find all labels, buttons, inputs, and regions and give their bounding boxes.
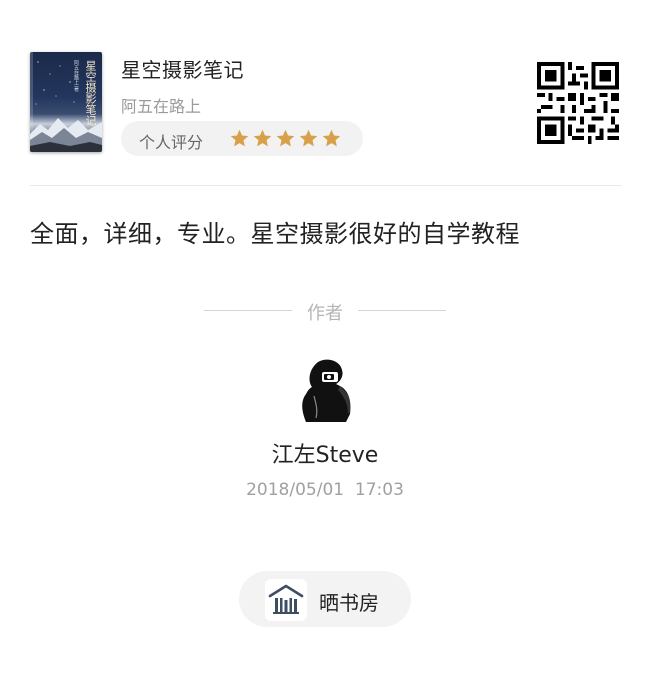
author-section-header: 作者 [204,299,446,324]
rating-pill: 个人评分 [121,121,363,156]
star-icon [322,129,341,147]
divider [30,185,622,186]
section-line-right [358,310,446,311]
qr-code-icon[interactable] [537,62,619,144]
author-name[interactable]: 江左Steve [0,437,650,469]
post-timestamp: 2018/05/01 17:03 [246,480,404,500]
book-title[interactable]: 星空摄影笔记 [121,54,244,83]
rating-label: 个人评分 [139,133,204,152]
cover-mountains [30,118,102,152]
book-author[interactable]: 阿五在路上 [121,93,201,117]
rating-stars [229,128,342,150]
review-text: 全面，详细，专业。星空摄影很好的自学教程 [30,220,520,248]
cover-author-text: 阿五在路上 著 [73,60,79,92]
avatar[interactable] [296,356,358,422]
section-label: 作者 [307,303,343,324]
book-card[interactable]: 阿五在路上 著 星空摄影笔记 星空摄影笔记 阿五在路上 个人评分 [0,0,650,186]
book-cover[interactable]: 阿五在路上 著 星空摄影笔记 [30,52,102,152]
star-icon [230,129,249,147]
star-icon [276,129,295,147]
bookshelf-button[interactable]: 晒书房 [239,571,411,627]
star-icon [299,129,318,147]
bookshelf-icon [265,579,307,621]
star-icon [253,129,272,147]
bookshelf-button-label: 晒书房 [319,591,379,615]
